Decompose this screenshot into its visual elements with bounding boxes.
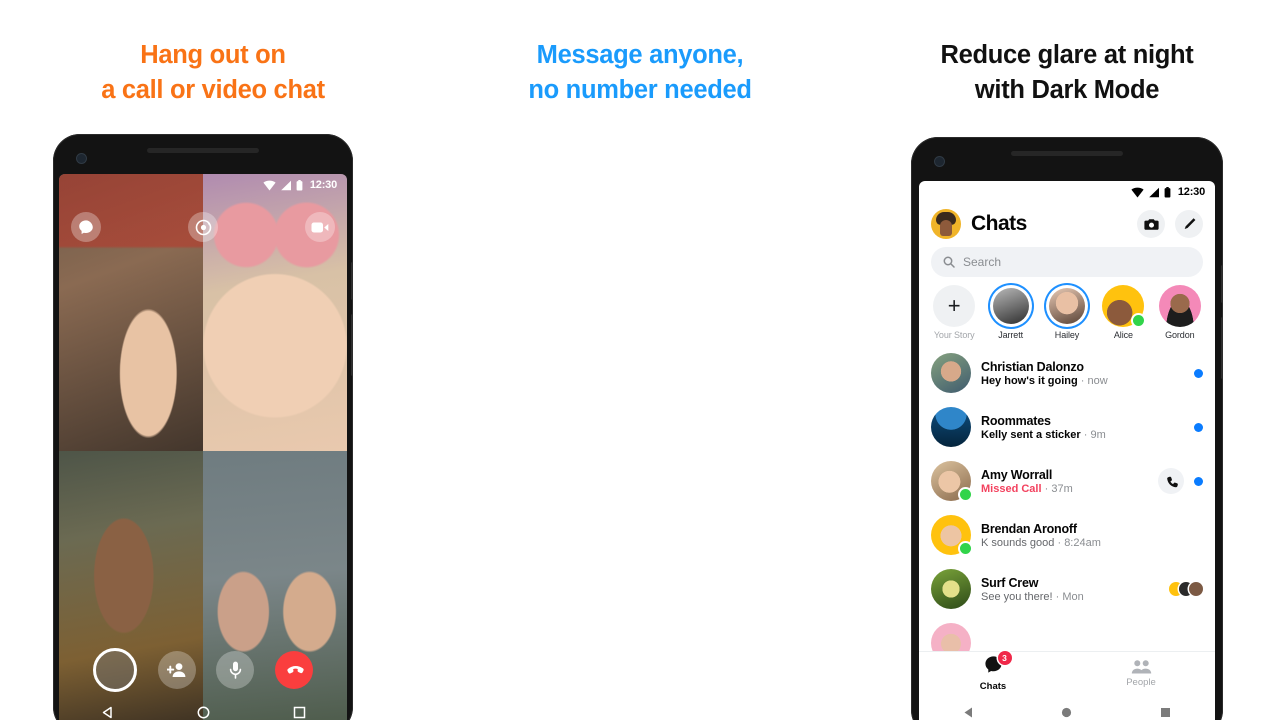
earpiece-speaker [147, 148, 259, 153]
home-icon[interactable] [197, 706, 210, 719]
volume-button[interactable] [351, 314, 353, 376]
status-bar-video-call: 12:30 [263, 174, 347, 196]
add-person-button[interactable] [157, 651, 196, 689]
panel-dark-mode: Reduce glare at night with Dark Mode 12:… [854, 0, 1280, 720]
headline-dark-mode: Reduce glare at night with Dark Mode [854, 38, 1280, 108]
headline-video-call: Hang out on a call or video chat [0, 38, 426, 108]
android-navigation-bar [59, 696, 347, 720]
chat-bubble-icon [79, 220, 93, 234]
phone-frame-video-call: 12:30 [53, 134, 353, 720]
video-tile-grid [59, 174, 347, 720]
capture-button[interactable] [93, 648, 138, 692]
microphone-button[interactable] [216, 651, 255, 689]
recents-icon[interactable] [293, 706, 306, 719]
microphone-icon [229, 661, 241, 679]
battery-icon [296, 179, 303, 190]
flip-camera-icon [195, 219, 211, 235]
call-controls-bar [59, 648, 347, 692]
power-button[interactable] [351, 262, 353, 300]
headline-line-1: Reduce glare at night [940, 41, 1194, 69]
app-store-screenshot-set: Hang out on a call or video chat 12:30 M… [0, 0, 1280, 720]
back-icon[interactable] [101, 706, 114, 719]
headline-line-2: no number needed [528, 76, 752, 104]
headline-line-1: Message anyone, [536, 41, 744, 69]
wifi-icon [263, 180, 276, 190]
cellular-signal-icon [281, 180, 291, 190]
video-call-screen: 12:30 [59, 174, 347, 720]
headline-line-1: Hang out on [140, 41, 286, 69]
headline-line-2: a call or video chat [101, 76, 325, 104]
video-camera-button[interactable] [305, 212, 335, 242]
chat-bubble-button[interactable] [71, 212, 101, 242]
status-time: 12:30 [309, 179, 337, 191]
video-camera-icon [311, 222, 329, 232]
panel-video-call: Hang out on a call or video chat 12:30 [0, 0, 426, 720]
end-call-button[interactable] [274, 651, 313, 689]
headline-messaging: Message anyone, no number needed [427, 38, 853, 108]
add-person-icon [167, 663, 186, 677]
front-camera-icon [77, 154, 86, 163]
end-call-icon [286, 665, 304, 674]
headline-line-2: with Dark Mode [974, 76, 1160, 104]
panel-messaging: Message anyone, no number needed 12:30 C… [427, 0, 1223, 720]
phone-screen-video-call: 12:30 [59, 174, 347, 720]
flip-camera-button[interactable] [188, 212, 218, 242]
